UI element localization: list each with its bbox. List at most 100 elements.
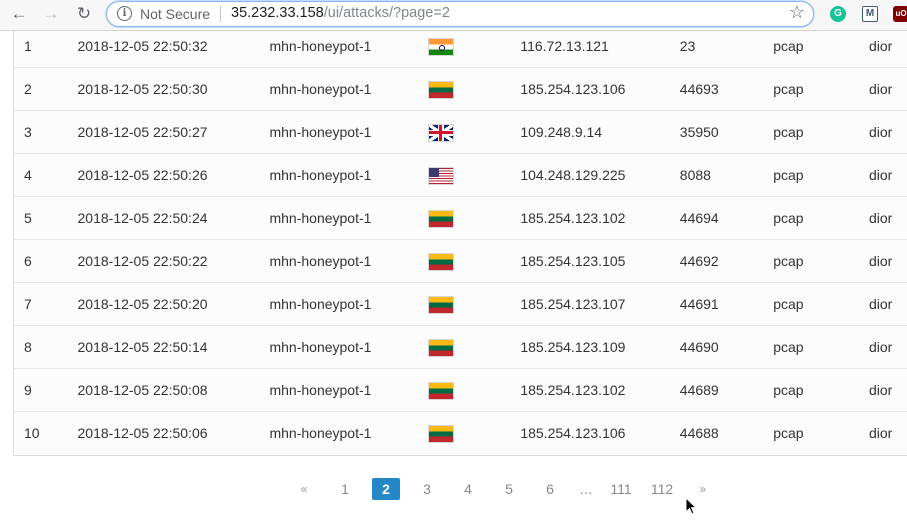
attack-date-cell: 2018-12-05 22:50:06 <box>77 425 208 441</box>
flag-lt-icon <box>428 81 453 98</box>
source-ip-cell[interactable]: 185.254.123.102 <box>520 196 680 240</box>
protocol-cell: pcap <box>773 425 804 441</box>
address-bar[interactable]: i Not Secure 35.232.33.158/ui/attacks/?p… <box>106 1 814 27</box>
source-ip-cell[interactable]: 185.254.123.105 <box>520 239 680 283</box>
mendeley-extension-icon[interactable]: M <box>862 6 878 22</box>
country-flag-cell <box>428 282 521 326</box>
info-icon[interactable]: i <box>117 6 132 21</box>
security-label[interactable]: Not Secure <box>140 6 210 22</box>
address-bar-separator <box>220 6 221 22</box>
attack-date-cell: 2018-12-05 22:50:14 <box>77 325 270 369</box>
attack-number-cell: 4 <box>14 153 78 197</box>
flag-in-icon <box>428 38 453 55</box>
attack-row: 9 2018-12-05 22:50:08 mhn-honeypot-1 185.25… <box>14 368 907 412</box>
grammarly-extension-icon[interactable]: G <box>830 6 846 22</box>
ublock-extension-icon[interactable]: uO <box>893 6 907 22</box>
attack-row: 1 2018-12-05 22:50:32 mhn-honeypot-1 116.72… <box>14 31 907 68</box>
page-button-2-current[interactable]: 2 <box>372 478 400 500</box>
source-ip-cell[interactable]: 185.254.123.109 <box>520 325 680 369</box>
source-ip-cell[interactable]: 185.254.123.106 <box>520 67 680 111</box>
url-host: 35.232.33.158 <box>231 5 324 21</box>
destination-port-cell: 44688 <box>679 425 719 441</box>
page-button-4[interactable]: 4 <box>454 478 482 500</box>
flag-us-icon <box>428 167 453 184</box>
sensor-name-cell: mhn-honeypot-1 <box>269 153 429 197</box>
country-flag-cell <box>428 110 521 154</box>
flag-lt-icon <box>428 425 453 442</box>
mouse-cursor-icon <box>685 497 697 515</box>
attack-date-cell: 2018-12-05 22:50:27 <box>77 110 270 154</box>
country-flag-cell <box>428 153 521 197</box>
honeypot-type-cell: dior <box>868 67 907 111</box>
attack-row: 5 2018-12-05 22:50:24 mhn-honeypot-1 185.25… <box>14 196 907 240</box>
url-path: /ui/attacks/?page=2 <box>323 5 450 21</box>
attack-number-cell: 3 <box>14 110 78 154</box>
honeypot-type-cell: dior <box>868 325 907 369</box>
honeypot-type-cell: dior <box>868 282 907 326</box>
flag-lt-icon <box>428 253 453 270</box>
honeypot-type-cell: dior <box>868 425 893 441</box>
source-ip-cell[interactable]: 116.72.13.121 <box>520 31 680 68</box>
page-button-3[interactable]: 3 <box>413 478 441 500</box>
url-text[interactable]: 35.232.33.158/ui/attacks/?page=2 <box>231 5 450 21</box>
country-flag-cell <box>428 368 521 412</box>
protocol-cell: pcap <box>773 153 869 197</box>
attacks-table: 1 2018-12-05 22:50:32 mhn-honeypot-1 116.72… <box>14 31 907 454</box>
attack-date-cell: 2018-12-05 22:50:24 <box>77 196 270 240</box>
attack-date-cell: 2018-12-05 22:50:22 <box>77 239 270 283</box>
pagination: « 1 2 3 4 5 6 … 111 112 » <box>290 477 730 501</box>
source-ip-cell[interactable]: 109.248.9.14 <box>520 110 680 154</box>
attack-number-cell: 5 <box>14 196 78 240</box>
flag-gb-icon <box>428 124 453 141</box>
page-button-112[interactable]: 112 <box>648 478 676 500</box>
destination-port-cell: 44692 <box>679 239 774 283</box>
sensor-name-cell: mhn-honeypot-1 <box>269 368 429 412</box>
protocol-cell: pcap <box>773 239 869 283</box>
attack-row: 8 2018-12-05 22:50:14 mhn-honeypot-1 185.25… <box>14 325 907 369</box>
protocol-cell: pcap <box>773 31 869 68</box>
destination-port-cell: 23 <box>679 31 774 68</box>
bookmark-star-icon[interactable]: ☆ <box>789 2 805 23</box>
country-flag-cell <box>428 412 521 455</box>
page-button-6[interactable]: 6 <box>536 478 564 500</box>
sensor-name-cell: mhn-honeypot-1 <box>269 325 429 369</box>
sensor-name-cell: mhn-honeypot-1 <box>269 31 429 68</box>
sensor-name-cell: mhn-honeypot-1 <box>269 425 372 441</box>
reload-icon[interactable]: ↻ <box>73 3 95 25</box>
attack-date-cell: 2018-12-05 22:50:20 <box>77 282 270 326</box>
attack-date-cell: 2018-12-05 22:50:32 <box>77 31 270 68</box>
destination-port-cell: 35950 <box>679 110 774 154</box>
country-flag-cell <box>428 325 521 369</box>
source-ip-cell[interactable]: 185.254.123.107 <box>520 282 680 326</box>
honeypot-type-cell: dior <box>868 110 907 154</box>
destination-port-cell: 8088 <box>679 153 774 197</box>
pagination-prev-button[interactable]: « <box>290 478 318 500</box>
page-button-111[interactable]: 111 <box>607 478 635 500</box>
flag-lt-icon <box>428 382 453 399</box>
attack-number-cell: 1 <box>14 31 78 68</box>
browser-toolbar: ← → ↻ i Not Secure 35.232.33.158/ui/atta… <box>0 0 907 31</box>
protocol-cell: pcap <box>773 196 869 240</box>
honeypot-type-cell: dior <box>868 239 907 283</box>
back-arrow-icon[interactable]: ← <box>8 3 30 25</box>
attack-row: 6 2018-12-05 22:50:22 mhn-honeypot-1 185.25… <box>14 239 907 283</box>
source-ip-cell[interactable]: 185.254.123.102 <box>520 368 680 412</box>
attack-date-cell: 2018-12-05 22:50:26 <box>77 153 270 197</box>
flag-lt-icon <box>428 339 453 356</box>
country-flag-cell <box>428 239 521 283</box>
protocol-cell: pcap <box>773 368 869 412</box>
destination-port-cell: 44694 <box>679 196 774 240</box>
honeypot-type-cell: dior <box>868 196 907 240</box>
page-button-1[interactable]: 1 <box>331 478 359 500</box>
country-flag-cell <box>428 67 521 111</box>
destination-port-cell: 44691 <box>679 282 774 326</box>
sensor-name-cell: mhn-honeypot-1 <box>269 67 429 111</box>
destination-port-cell: 44690 <box>679 325 774 369</box>
protocol-cell: pcap <box>773 110 869 154</box>
forward-arrow-icon[interactable]: → <box>40 3 62 25</box>
source-ip-cell[interactable]: 104.248.129.225 <box>520 153 680 197</box>
source-ip-cell[interactable]: 185.254.123.106 <box>520 412 679 455</box>
honeypot-type-cell: dior <box>868 31 907 68</box>
page-button-5[interactable]: 5 <box>495 478 523 500</box>
attack-row: 7 2018-12-05 22:50:20 mhn-honeypot-1 185.25… <box>14 282 907 326</box>
